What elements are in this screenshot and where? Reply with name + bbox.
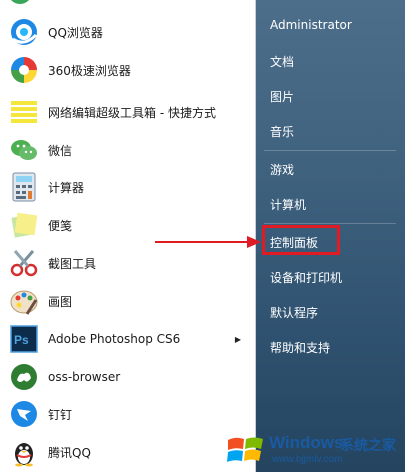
program-label: Adobe Photoshop CS6: [48, 332, 181, 346]
top-cropped-item: [8, 0, 32, 4]
program-label: 360极速浏览器: [48, 63, 131, 78]
control-panel-highlight-box: [262, 225, 340, 255]
watermark-brand: Windows: [269, 433, 344, 452]
toolbox-shortcut-icon: [8, 96, 40, 128]
program-paint[interactable]: 画图: [4, 283, 251, 319]
link-pictures[interactable]: 图片: [270, 88, 294, 105]
program-oss-browser[interactable]: oss-browser: [4, 359, 251, 395]
program-label: 截图工具: [48, 256, 97, 271]
oss-browser-icon: [8, 361, 40, 393]
program-label: QQ浏览器: [48, 25, 103, 40]
program-label: oss-browser: [48, 370, 121, 384]
program-photoshop[interactable]: Ps Adobe Photoshop CS6 ▶: [4, 321, 251, 357]
program-toolbox-shortcut[interactable]: 网络编辑超级工具箱 - 快捷方式: [4, 94, 251, 130]
calculator-icon: [8, 171, 40, 203]
program-label: 网络编辑超级工具箱 - 快捷方式: [48, 105, 216, 120]
program-label: 腾讯QQ: [48, 445, 91, 460]
submenu-arrow-icon[interactable]: ▶: [235, 335, 241, 344]
separator: [264, 150, 396, 151]
watermark-url: www.bjjmlv.com: [272, 454, 343, 465]
watermark: Windows 系统之家 www.bjjmlv.com: [222, 426, 405, 472]
program-label: 钉钉: [48, 407, 73, 422]
paint-icon: [8, 285, 40, 317]
program-calculator[interactable]: 计算器: [4, 169, 251, 205]
link-music[interactable]: 音乐: [270, 123, 294, 140]
svg-text:Ps: Ps: [14, 333, 29, 347]
program-wechat[interactable]: 微信: [4, 132, 251, 168]
separator: [264, 223, 396, 224]
link-games[interactable]: 游戏: [270, 161, 294, 178]
user-folder-link[interactable]: Administrator: [270, 18, 352, 32]
program-dingtalk[interactable]: 钉钉: [4, 396, 251, 432]
program-label: 画图: [48, 294, 73, 309]
photoshop-icon: Ps: [8, 323, 40, 355]
dingtalk-icon: [8, 398, 40, 430]
360-browser-icon: [8, 54, 40, 86]
sticky-notes-icon: [8, 209, 40, 241]
wechat-icon: [8, 134, 40, 166]
link-documents[interactable]: 文档: [270, 53, 294, 70]
link-default-programs[interactable]: 默认程序: [270, 304, 318, 321]
program-label: 便笺: [48, 218, 73, 233]
program-label: 微信: [48, 143, 73, 158]
qq-penguin-icon: [8, 436, 40, 468]
windows-logo-icon: [227, 437, 263, 462]
program-label: 计算器: [48, 180, 85, 195]
snipping-tool-icon: [8, 247, 40, 279]
program-360-browser[interactable]: 360极速浏览器: [4, 52, 251, 88]
program-qq[interactable]: 腾讯QQ: [4, 434, 251, 470]
program-qq-browser[interactable]: QQ浏览器: [4, 14, 251, 50]
pointer-arrow-icon: [155, 236, 261, 248]
link-help-and-support[interactable]: 帮助和支持: [270, 339, 330, 356]
link-computer[interactable]: 计算机: [270, 196, 306, 213]
qq-browser-icon: [8, 16, 40, 48]
link-devices-and-printers[interactable]: 设备和打印机: [270, 269, 342, 286]
program-snipping-tool[interactable]: 截图工具: [4, 245, 251, 281]
watermark-cn: 系统之家: [340, 438, 396, 454]
